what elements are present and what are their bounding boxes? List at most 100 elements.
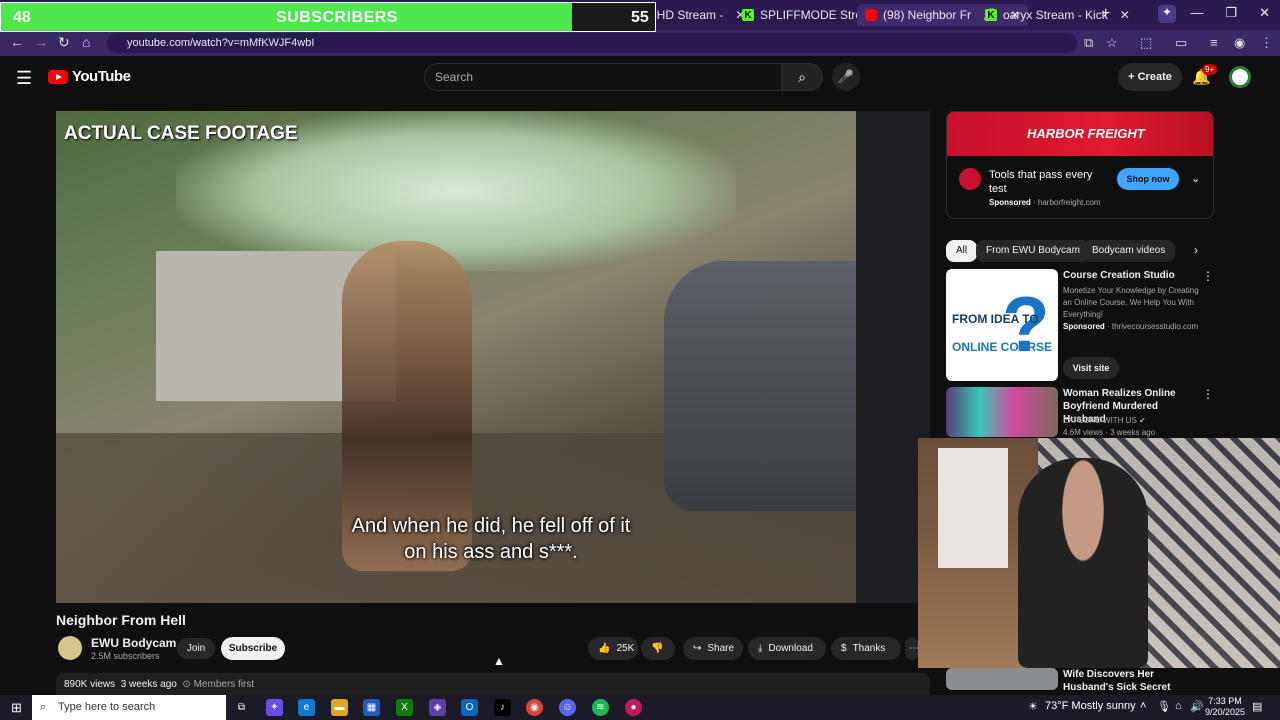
network-icon[interactable]: ⌂ xyxy=(1175,700,1182,712)
notification-center-icon[interactable]: ▤ xyxy=(1252,700,1262,713)
store-icon[interactable]: ▦ xyxy=(363,699,380,716)
voice-search-button[interactable]: 🎤 xyxy=(832,63,860,91)
rec-title[interactable]: Wife Discovers Her Husband's Sick Secret xyxy=(1063,668,1203,694)
windows-start-icon[interactable]: ⊞ xyxy=(11,700,22,716)
download-button[interactable]: ⤓ Download xyxy=(748,637,826,660)
dislike-button[interactable]: 👎 xyxy=(641,637,675,660)
discord-icon[interactable]: ☺ xyxy=(559,699,576,716)
taskbar-search-input[interactable]: ⌕ Type here to search xyxy=(32,695,226,720)
youtube-header: ☰ YouTube Search ⌕ 🎤 + Create 🔔 9+ xyxy=(0,56,1280,100)
outlook-icon[interactable]: O xyxy=(461,699,478,716)
edge-icon[interactable]: e xyxy=(298,699,315,716)
create-button[interactable]: + Create xyxy=(1118,63,1182,91)
tiktok-icon[interactable]: ♪ xyxy=(494,699,511,716)
subscriber-goal-overlay: 48 SUBSCRIBERS 55 xyxy=(0,2,656,32)
verified-icon: ✔ xyxy=(1139,416,1146,425)
reload-icon[interactable]: ↻ xyxy=(58,34,70,51)
mouse-cursor-icon: ▲ xyxy=(493,654,505,668)
thanks-button[interactable]: $ Thanks xyxy=(831,637,901,660)
copilot-icon[interactable]: ✦ xyxy=(1158,5,1176,23)
url-text: youtube.com/watch?v=mMfKWJF4wbI xyxy=(127,37,315,49)
task-view-icon[interactable]: ⧉ xyxy=(233,699,250,716)
share-button[interactable]: ↪ Share xyxy=(683,637,743,660)
search-icon: ⌕ xyxy=(40,701,47,713)
streamer-webcam-overlay xyxy=(918,438,1280,668)
split-screen-icon[interactable]: ▭ xyxy=(1175,35,1187,51)
video-caption: And when he did, he fell off of it on hi… xyxy=(326,513,656,565)
weather-icon[interactable]: ☀ xyxy=(1028,700,1038,713)
recommendation-sponsored[interactable]: ? FROM IDEA TO ONLINE COURSE Course Crea… xyxy=(946,269,1216,383)
recommendation-2[interactable]: Woman Realizes Online Boyfriend Murdered… xyxy=(946,387,1216,437)
more-vert-icon[interactable]: ⋮ xyxy=(1202,387,1214,401)
volume-icon[interactable]: 🔊 xyxy=(1190,700,1204,713)
video-meta[interactable]: 890K views 3 weeks ago ⊙ Members first xyxy=(56,673,930,695)
channel-avatar[interactable] xyxy=(58,636,82,660)
youtube-logo[interactable]: YouTube xyxy=(48,68,131,85)
home-icon[interactable]: ⌂ xyxy=(82,34,90,50)
menu-icon[interactable]: ☰ xyxy=(16,68,32,89)
chip-all[interactable]: All xyxy=(946,240,978,262)
video-player[interactable]: ACTUAL CASE FOOTAGE And when he did, he … xyxy=(56,111,930,603)
chevron-right-icon[interactable]: › xyxy=(1194,243,1198,257)
filter-chips: All From EWU Bodycam Bodycam videos › xyxy=(946,240,1216,262)
subscriber-goal: 55 xyxy=(631,9,649,26)
tab-5[interactable]: Koaryx Stream - Kick ✕ xyxy=(977,4,1138,26)
mic-tray-icon[interactable]: 🎙 xyxy=(1157,700,1171,713)
harbor-freight-ad[interactable]: HARBOR FREIGHT Tools that pass every tes… xyxy=(946,111,1214,219)
search-input[interactable]: Search xyxy=(424,63,782,91)
chrome-icon[interactable]: ◉ xyxy=(526,699,543,716)
chevron-down-icon[interactable]: ⌄ xyxy=(1191,172,1200,185)
clock-date: 9/20/2025 xyxy=(1205,707,1246,717)
obs-icon[interactable]: ● xyxy=(625,699,642,716)
rec-thumbnail[interactable] xyxy=(946,668,1058,690)
rec-title[interactable]: Course Creation Studio xyxy=(1063,269,1203,282)
channel-subscribers: 2.5M subscribers xyxy=(91,651,160,661)
ad-brand: HARBOR FREIGHT xyxy=(1027,126,1145,141)
search-button[interactable]: ⌕ xyxy=(781,63,823,91)
view-count: 890K views xyxy=(64,679,116,690)
collections-icon[interactable]: ≡ xyxy=(1210,35,1218,50)
ad-text: Tools that pass every test xyxy=(989,169,1093,195)
download-label: Download xyxy=(768,643,813,654)
weather-text[interactable]: 73°F Mostly sunny xyxy=(1045,700,1136,712)
app-icon[interactable]: ◈ xyxy=(429,699,446,716)
visit-site-button[interactable]: Visit site xyxy=(1063,357,1119,379)
subscriber-count: 48 xyxy=(13,9,31,26)
xbox-icon[interactable]: X xyxy=(396,699,413,716)
spotify-icon[interactable]: ≋ xyxy=(592,699,609,716)
channel-name[interactable]: EWU Bodycam xyxy=(91,636,176,650)
share-label: Share xyxy=(707,643,735,654)
close-icon[interactable]: ✕ xyxy=(1120,8,1130,22)
chip-from-channel[interactable]: From EWU Bodycam xyxy=(976,240,1090,262)
more-vert-icon[interactable]: ⋮ xyxy=(1202,269,1214,283)
profile-icon[interactable]: ◉ xyxy=(1234,35,1245,51)
copilot-app-icon[interactable]: ✦ xyxy=(266,699,283,716)
more-icon[interactable]: ⋮ xyxy=(1260,35,1273,51)
avatar[interactable] xyxy=(1229,66,1251,88)
shop-now-button[interactable]: Shop now xyxy=(1117,168,1179,190)
chevron-up-icon[interactable]: ˄ xyxy=(1140,700,1146,712)
recommendation-3[interactable]: Wife Discovers Her Husband's Sick Secret xyxy=(946,668,1216,694)
forward-icon[interactable]: → xyxy=(34,34,48,50)
rec-channel: EXPLORE WITH US ✔ xyxy=(1063,415,1203,427)
chip-bodycam-videos[interactable]: Bodycam videos xyxy=(1082,240,1176,262)
file-explorer-icon[interactable]: ▬ xyxy=(331,699,348,716)
rec-thumbnail[interactable]: ? FROM IDEA TO ONLINE COURSE xyxy=(946,269,1058,381)
rec-thumbnail[interactable] xyxy=(946,387,1058,437)
url-field[interactable]: youtube.com/watch?v=mMfKWJF4wbI xyxy=(107,33,1077,53)
close-window-button[interactable]: ✕ xyxy=(1259,5,1270,21)
more-actions-button[interactable]: ⋯ xyxy=(905,637,919,660)
install-app-icon[interactable]: ⧉ xyxy=(1084,35,1093,51)
extensions-icon[interactable]: ⬚ xyxy=(1140,35,1152,51)
clock[interactable]: 7:33 PM 9/20/2025 xyxy=(1205,696,1245,718)
back-icon[interactable]: ← xyxy=(10,34,24,50)
like-button[interactable]: 👍 25K xyxy=(588,637,638,660)
star-icon[interactable]: ☆ xyxy=(1106,35,1118,51)
minimize-button[interactable]: — xyxy=(1190,5,1203,21)
window-controls: — ❐ ✕ xyxy=(1190,5,1270,21)
join-button[interactable]: Join xyxy=(177,638,215,659)
subscribe-button[interactable]: Subscribe xyxy=(221,637,285,660)
restore-button[interactable]: ❐ xyxy=(1225,5,1237,21)
new-tab-button[interactable]: + xyxy=(1101,5,1110,23)
rec-sponsored: Sponsored xyxy=(1063,322,1105,331)
